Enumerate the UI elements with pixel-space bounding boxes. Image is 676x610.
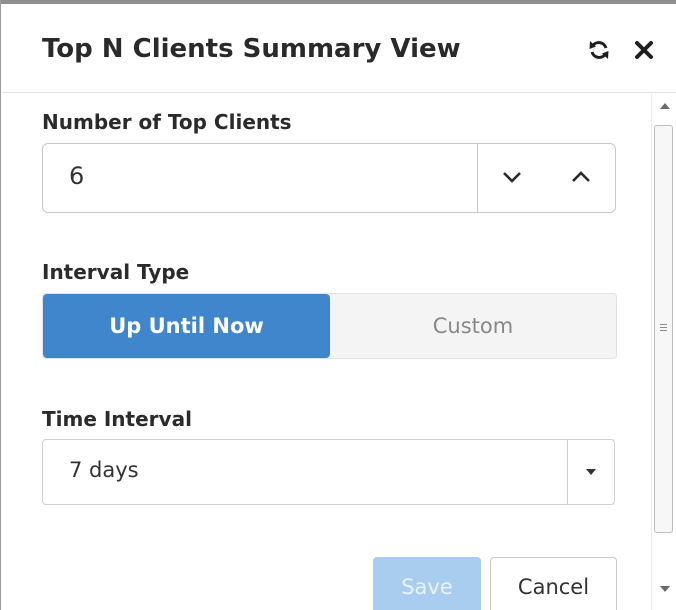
vertical-scrollbar[interactable] xyxy=(651,93,676,610)
chevron-down-icon xyxy=(501,169,523,188)
chevron-up-icon xyxy=(570,169,592,188)
interval-type-toggle: Up Until Now Custom xyxy=(42,293,617,359)
scroll-up-arrow-icon[interactable] xyxy=(660,103,670,109)
interval-option-up-until-now[interactable]: Up Until Now xyxy=(43,294,330,358)
close-icon[interactable] xyxy=(630,36,658,64)
cancel-button[interactable]: Cancel xyxy=(490,557,617,610)
time-interval-select[interactable]: 7 days xyxy=(42,439,615,505)
refresh-icon[interactable] xyxy=(585,36,613,64)
dialog-content: Number of Top Clients 6 Interval Type Up… xyxy=(2,93,650,610)
caret-down-icon[interactable] xyxy=(568,440,614,504)
time-interval-value: 7 days xyxy=(69,458,139,482)
interval-option-custom[interactable]: Custom xyxy=(330,294,616,358)
top-clients-label: Number of Top Clients xyxy=(42,110,292,134)
decrement-button[interactable] xyxy=(478,144,546,212)
increment-button[interactable] xyxy=(547,144,615,212)
scroll-down-arrow-icon[interactable] xyxy=(660,586,670,592)
time-interval-label: Time Interval xyxy=(42,407,192,431)
scrollbar-thumb[interactable] xyxy=(654,125,673,533)
top-clients-value[interactable]: 6 xyxy=(69,162,84,190)
dialog-title: Top N Clients Summary View xyxy=(42,34,461,64)
grip-line xyxy=(660,324,667,325)
save-button[interactable]: Save xyxy=(373,557,481,610)
dialog-window: Top N Clients Summary View Number of Top… xyxy=(0,0,676,610)
top-clients-stepper: 6 xyxy=(42,143,616,213)
interval-type-label: Interval Type xyxy=(42,260,190,284)
grip-line xyxy=(660,330,667,331)
dialog-header: Top N Clients Summary View xyxy=(2,4,676,93)
grip-line xyxy=(660,327,667,328)
